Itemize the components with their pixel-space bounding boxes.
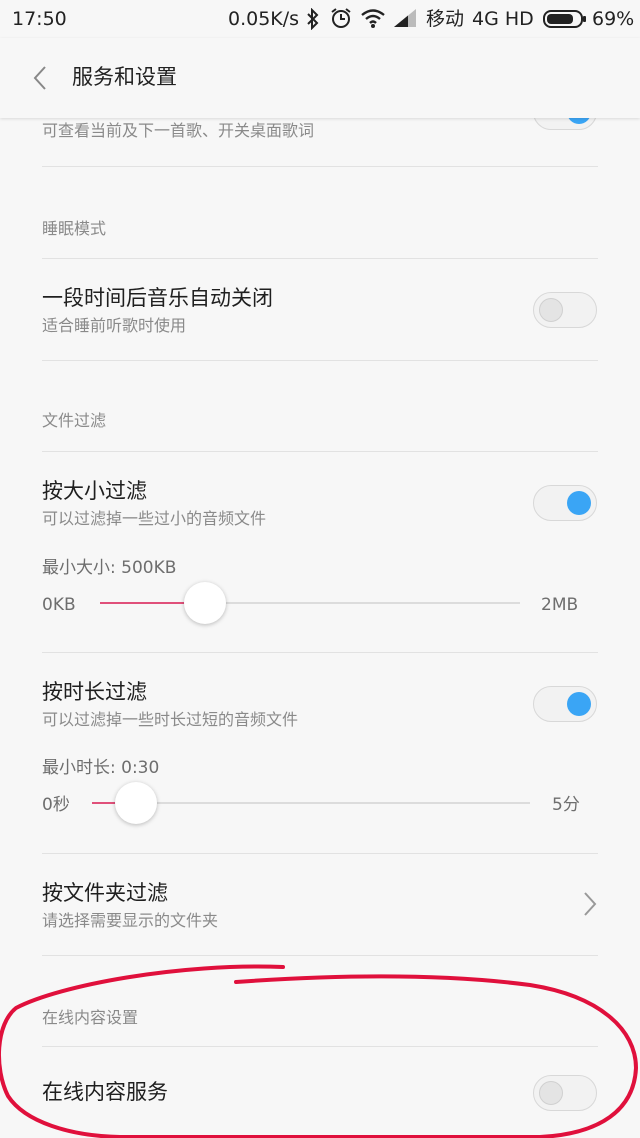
lyrics-item[interactable]: 可查看当前及下一首歌、开关桌面歌词 <box>0 118 640 166</box>
toggle-knob <box>567 118 591 124</box>
duration-slider[interactable] <box>92 782 530 824</box>
size-filter-subtitle: 可以过滤掉一些过小的音频文件 <box>42 509 267 528</box>
divider <box>42 166 598 167</box>
slider-track <box>92 802 530 804</box>
folder-filter-subtitle: 请选择需要显示的文件夹 <box>42 911 219 930</box>
duration-filter-item[interactable]: 按时长过滤 可以过滤掉一些时长过短的音频文件 <box>0 653 640 753</box>
chevron-left-icon <box>33 66 46 90</box>
toggle-knob <box>567 491 591 515</box>
min-size-label: 最小大小: 500KB <box>42 558 177 578</box>
min-duration-label: 最小时长: 0:30 <box>42 758 160 778</box>
wifi-icon <box>360 7 386 33</box>
duration-filter-toggle[interactable] <box>533 686 597 722</box>
lyrics-item-subtitle: 可查看当前及下一首歌、开关桌面歌词 <box>42 121 315 140</box>
divider <box>42 360 598 361</box>
sleep-timer-title: 一段时间后音乐自动关闭 <box>42 286 273 310</box>
size-slider[interactable] <box>100 582 520 624</box>
bluetooth-icon <box>306 7 320 34</box>
size-filter-title: 按大小过滤 <box>42 479 147 503</box>
duration-filter-title: 按时长过滤 <box>42 680 147 704</box>
duration-filter-subtitle: 可以过滤掉一些时长过短的音频文件 <box>42 710 299 729</box>
back-button[interactable] <box>28 62 52 94</box>
size-filter-item[interactable]: 按大小过滤 可以过滤掉一些过小的音频文件 <box>0 452 640 552</box>
section-label-file-filter: 文件过滤 <box>42 411 107 430</box>
status-carrier: 移动 <box>426 8 465 30</box>
size-slider-min: 0KB <box>42 595 76 615</box>
toggle-knob <box>567 692 591 716</box>
folder-filter-item[interactable]: 按文件夹过滤 请选择需要显示的文件夹 <box>0 854 640 955</box>
slider-thumb[interactable] <box>184 582 226 624</box>
signal-icon <box>394 9 418 31</box>
size-filter-toggle[interactable] <box>533 485 597 521</box>
battery-percent: 69% <box>592 8 635 30</box>
alarm-icon <box>330 7 352 33</box>
sleep-timer-subtitle: 适合睡前听歌时使用 <box>42 316 187 335</box>
sleep-timer-toggle[interactable] <box>533 292 597 328</box>
online-content-title: 在线内容服务 <box>42 1080 168 1104</box>
status-network-speed: 0.05K/s <box>228 8 300 30</box>
duration-slider-max: 5分 <box>552 795 580 815</box>
status-time: 17:50 <box>12 8 67 30</box>
chevron-right-icon <box>582 890 598 922</box>
size-slider-max: 2MB <box>541 595 579 615</box>
folder-filter-title: 按文件夹过滤 <box>42 881 168 905</box>
lyrics-toggle[interactable] <box>533 118 597 130</box>
status-bar: 17:50 0.05K/s 移动 4G HD 69% <box>0 0 640 38</box>
settings-list[interactable]: 可查看当前及下一首歌、开关桌面歌词 睡眠模式 一段时间后音乐自动关闭 适合睡前听… <box>0 118 640 1138</box>
section-label-sleep: 睡眠模式 <box>42 219 107 238</box>
toggle-knob <box>539 1081 563 1105</box>
battery-icon <box>543 10 587 32</box>
divider <box>42 955 598 956</box>
online-content-toggle[interactable] <box>533 1075 597 1111</box>
section-label-online: 在线内容设置 <box>42 1008 139 1027</box>
sleep-timer-item[interactable]: 一段时间后音乐自动关闭 适合睡前听歌时使用 <box>0 259 640 360</box>
duration-slider-min: 0秒 <box>42 795 70 815</box>
page-title: 服务和设置 <box>72 65 177 89</box>
status-network-type: 4G HD <box>472 8 534 30</box>
toggle-knob <box>539 298 563 322</box>
app-header: 服务和设置 <box>0 38 640 118</box>
slider-thumb[interactable] <box>114 782 157 824</box>
online-content-item[interactable]: 在线内容服务 <box>0 1047 640 1138</box>
